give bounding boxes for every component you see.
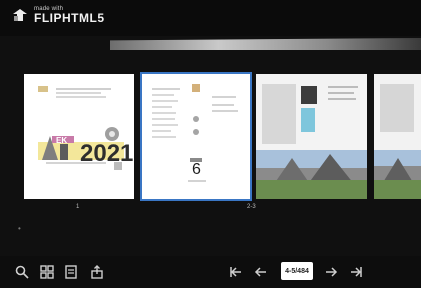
page-thumbnail-4[interactable]	[374, 74, 421, 199]
page-thumbnail-1[interactable]: EK 2021	[24, 74, 134, 199]
side-marker-icon: •	[18, 224, 21, 233]
page-2-contents: 6	[142, 74, 250, 199]
thumbnails-icon[interactable]	[63, 264, 79, 280]
brand-name: FLIPHTML5	[34, 11, 105, 25]
page-1-year: 2021	[80, 140, 134, 167]
page-thumbnail-3[interactable]	[256, 74, 367, 199]
fliphtml5-logo-icon	[13, 9, 27, 21]
thumbnail-stage: EK 2021 6 1 2-3	[0, 52, 421, 252]
page-2-3-label: 2-3	[247, 204, 256, 210]
share-icon[interactable]	[89, 264, 105, 280]
decorative-ribbon	[110, 38, 421, 50]
brand[interactable]: made with FLIPHTML5	[12, 6, 105, 24]
next-page-icon[interactable]	[323, 264, 339, 280]
previous-page-icon[interactable]	[253, 264, 269, 280]
page-4-partial	[374, 74, 421, 199]
bottom-toolbar: 4-5/484	[0, 256, 421, 288]
zoom-icon[interactable]	[14, 264, 30, 280]
svg-text:6: 6	[192, 161, 201, 178]
grid-icon[interactable]	[39, 264, 55, 280]
page-1-banner-text: EK	[56, 136, 68, 145]
page-1-label: 1	[76, 204, 80, 210]
page-1-cover	[24, 74, 134, 199]
page-thumbnail-2[interactable]: 6	[140, 72, 252, 201]
top-bar: made with FLIPHTML5	[0, 0, 421, 36]
page-3-photo-spread	[256, 74, 367, 199]
last-page-icon[interactable]	[348, 264, 364, 280]
first-page-icon[interactable]	[228, 264, 244, 280]
page-number-indicator[interactable]: 4-5/484	[281, 262, 313, 280]
